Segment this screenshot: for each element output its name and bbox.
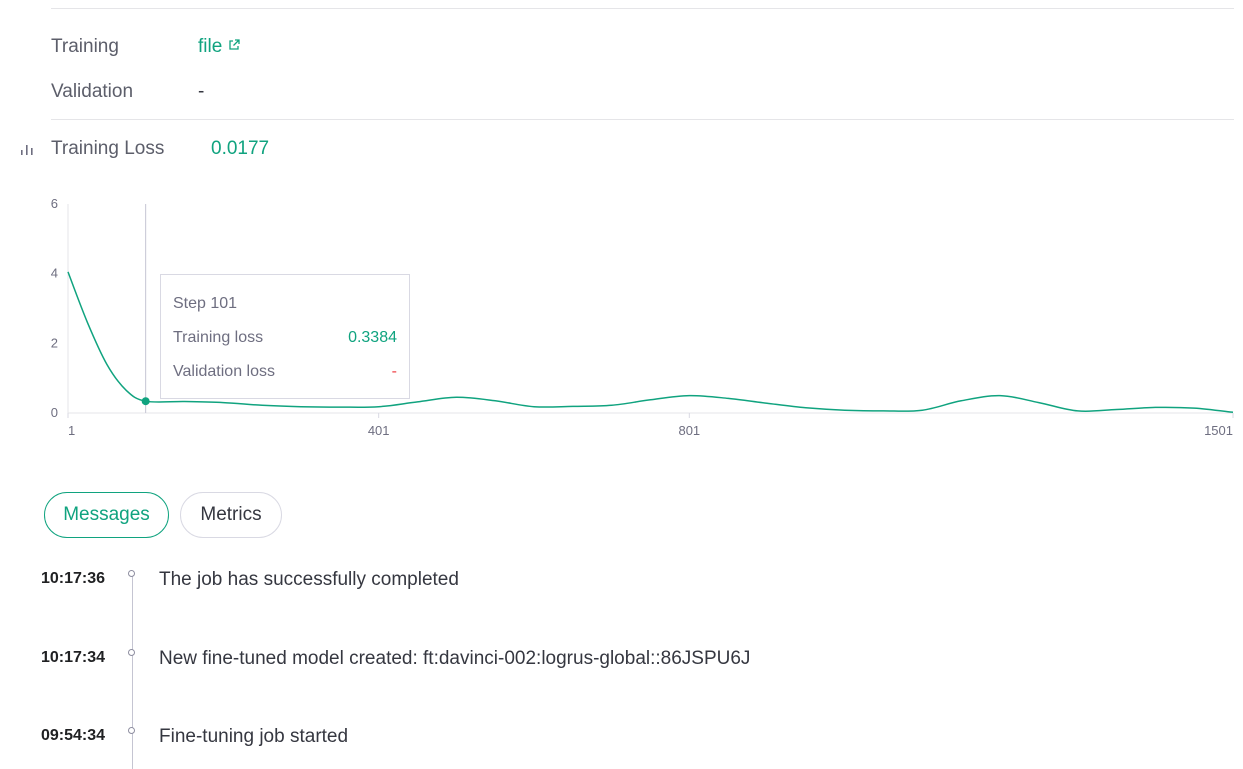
- tab-metrics[interactable]: Metrics: [180, 492, 282, 538]
- tab-messages[interactable]: Messages: [44, 492, 169, 538]
- hover-point: [141, 397, 150, 406]
- bar-chart-icon: [21, 145, 33, 155]
- training-file-label: Training: [51, 36, 119, 57]
- section-divider: [51, 119, 1234, 120]
- message-text: The job has successfully completed: [159, 569, 459, 590]
- chart-tooltip: Step 101 Training loss 0.3384 Validation…: [160, 274, 410, 399]
- y-tick-label: 0: [51, 405, 58, 420]
- validation-file-value: -: [198, 81, 205, 102]
- tooltip-training-loss-label: Training loss: [173, 329, 264, 346]
- top-divider: [51, 8, 1234, 9]
- training-loss-label: Training Loss: [51, 138, 165, 159]
- x-tick-label: 401: [368, 423, 390, 438]
- message-text: New fine-tuned model created: ft:davinci…: [159, 648, 751, 669]
- message-time: 10:17:34: [41, 649, 106, 666]
- y-tick-label: 6: [51, 196, 58, 211]
- tooltip-training-loss-value: 0.3384: [348, 329, 397, 346]
- y-tick-label: 4: [51, 266, 58, 281]
- x-tick-label: 1501: [1204, 423, 1233, 438]
- training-loss-value: 0.0177: [211, 138, 270, 159]
- message-time: 10:17:36: [41, 570, 106, 587]
- message-time: 09:54:34: [41, 727, 106, 744]
- timeline-dot: [128, 649, 135, 656]
- tooltip-step: Step 101: [173, 295, 238, 312]
- tooltip-validation-loss-value: -: [391, 363, 397, 380]
- training-file-value[interactable]: file: [198, 36, 240, 58]
- timeline-line: [132, 575, 133, 769]
- x-tick-label: 1: [68, 423, 75, 438]
- validation-file-label: Validation: [51, 81, 134, 102]
- timeline-dot: [128, 727, 135, 734]
- training-file-link[interactable]: file: [198, 36, 222, 57]
- y-tick-label: 2: [51, 335, 58, 350]
- timeline-dot: [128, 570, 135, 577]
- x-tick-label: 801: [678, 423, 700, 438]
- message-text: Fine-tuning job started: [159, 726, 349, 747]
- tooltip-validation-loss-label: Validation loss: [173, 363, 275, 380]
- external-link-icon[interactable]: [228, 39, 240, 51]
